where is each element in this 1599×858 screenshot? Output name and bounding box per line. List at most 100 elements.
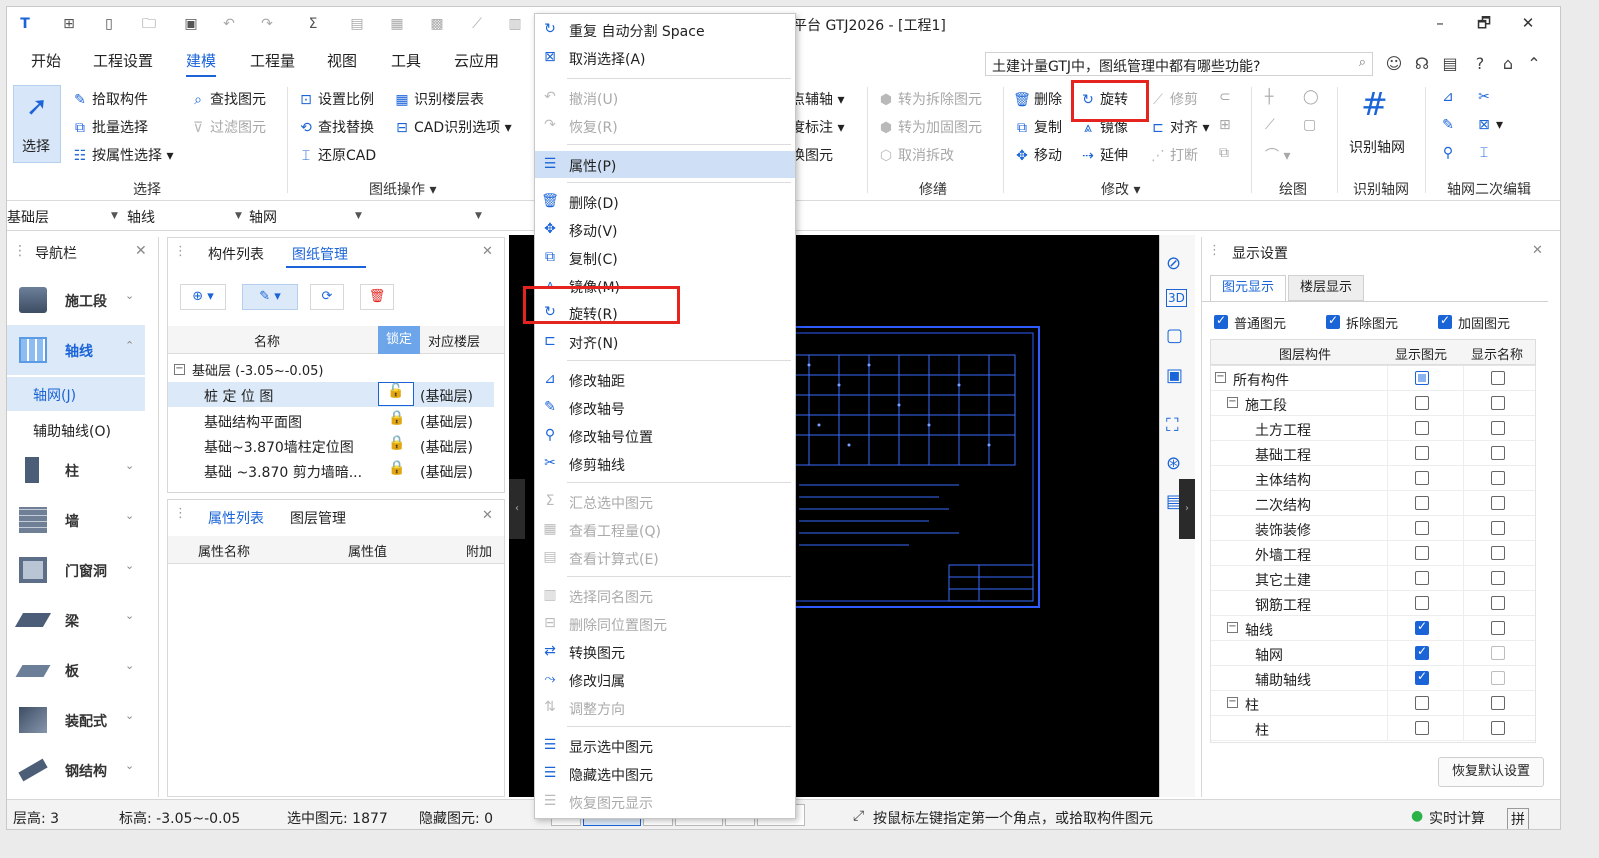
collapse-ribbon-icon[interactable]: ⌃: [1523, 53, 1545, 75]
tab-tools[interactable]: 工具: [391, 50, 421, 71]
tab-component-list[interactable]: 构件列表: [208, 244, 264, 264]
recognize-floor-table-button[interactable]: ▦ 识别楼层表: [393, 89, 484, 109]
table-row[interactable]: 桩 定 位 图 🔓 (基础层): [168, 382, 494, 407]
nav-item-wall[interactable]: 墙 ⌄: [7, 495, 145, 545]
set-scale-button[interactable]: ⊡ 设置比例: [297, 89, 374, 109]
draw-point-icon[interactable]: ┼: [1265, 89, 1273, 105]
show-name-checkbox[interactable]: [1491, 396, 1505, 410]
menu-item-convert[interactable]: ⇄ 转换图元: [535, 638, 795, 665]
menu-item-trim-axis[interactable]: ✂ 修剪轴线: [535, 450, 795, 477]
close-icon[interactable]: ✕: [482, 244, 493, 259]
tree-row[interactable]: 辅助轴线: [1211, 666, 1535, 691]
cad-options-button[interactable]: ⊟ CAD识别选项 ▾: [393, 117, 512, 137]
show-name-checkbox[interactable]: [1491, 471, 1505, 485]
show-element-checkbox[interactable]: [1415, 644, 1429, 660]
tab-cloud[interactable]: 云应用: [454, 50, 499, 71]
tool-quick-icon-2[interactable]: ▦: [387, 14, 407, 34]
menu-item-undo[interactable]: ↶ 撤消(U): [535, 84, 795, 111]
show-element-checkbox[interactable]: [1415, 619, 1429, 635]
tree-row[interactable]: 柱: [1211, 716, 1535, 741]
show-element-checkbox[interactable]: [1415, 421, 1429, 435]
tree-row[interactable]: 其它土建: [1211, 566, 1535, 591]
pin-icon[interactable]: ⋮: [174, 506, 187, 521]
show-name-checkbox[interactable]: [1491, 571, 1505, 585]
tab-property-list[interactable]: 属性列表: [208, 508, 264, 528]
collapse-icon[interactable]: −: [174, 364, 185, 375]
show-name-checkbox[interactable]: [1491, 721, 1505, 735]
find-replace-button[interactable]: ⟲ 查找替换: [297, 117, 374, 137]
pin-icon[interactable]: ⋮: [1208, 243, 1221, 258]
menu-item-quantity[interactable]: ▦ 查看工程量(Q): [535, 516, 795, 543]
menu-item-axis-spacing[interactable]: ⊿ 修改轴距: [535, 366, 795, 393]
menu-item-axis-number-position[interactable]: ⚲ 修改轴号位置: [535, 422, 795, 449]
nav-item-door-window[interactable]: 门窗洞 ⌄: [7, 545, 145, 595]
checkbox[interactable]: [1214, 313, 1228, 329]
fit-view-icon[interactable]: ⛶: [1166, 415, 1179, 436]
tab-view[interactable]: 视图: [327, 50, 357, 71]
tab-floor-display[interactable]: 楼层显示: [1288, 275, 1364, 301]
convert-demolish-button[interactable]: ⬢ 转为拆除图元: [877, 89, 982, 109]
draw-arc-icon[interactable]: ⌒ ▾: [1265, 145, 1290, 165]
menu-item-restore-display[interactable]: ☰ 恢复图元显示: [535, 788, 795, 815]
aux-axis-partial[interactable]: 点辅轴 ▾: [791, 89, 844, 109]
nav-sub-aux-axis[interactable]: 辅助轴线(O): [7, 413, 145, 447]
menu-item-move[interactable]: ✥ 移动(V): [535, 216, 795, 243]
menu-item-show-selected[interactable]: ☰ 显示选中图元: [535, 732, 795, 759]
menu-item-hide-selected[interactable]: ☰ 隐藏选中图元: [535, 760, 795, 787]
swap-element-partial[interactable]: 换图元: [791, 145, 833, 165]
user-icon[interactable]: ☺: [1383, 53, 1405, 75]
checkbox[interactable]: [1326, 313, 1340, 329]
menu-item-copy[interactable]: ⧉ 复制(C): [535, 244, 795, 271]
menu-item-select-same-name[interactable]: ▥ 选择同名图元: [535, 582, 795, 609]
show-name-checkbox[interactable]: [1491, 546, 1505, 560]
lock-column-header[interactable]: 锁定: [378, 326, 420, 354]
table-row[interactable]: 基础 ~3.870 剪力墙暗... 🔒 (基础层): [168, 458, 494, 483]
show-name-checkbox[interactable]: [1491, 521, 1505, 535]
show-element-checkbox[interactable]: [1415, 521, 1429, 535]
undo-quick-icon[interactable]: ↶: [219, 14, 239, 34]
show-name-checkbox[interactable]: [1491, 696, 1505, 710]
show-element-checkbox[interactable]: [1415, 721, 1429, 735]
box-view-icon[interactable]: ▣: [1166, 365, 1183, 386]
tool-quick-icon-5[interactable]: ▥: [505, 14, 525, 34]
tool-quick-icon-3[interactable]: ▩: [427, 14, 447, 34]
tool-quick-icon-4[interactable]: ⟋: [467, 14, 487, 34]
close-icon[interactable]: ✕: [135, 243, 147, 259]
show-element-checkbox[interactable]: [1415, 396, 1429, 410]
align-button[interactable]: ⊏ 对齐 ▾: [1149, 117, 1209, 137]
modify-extra-icon-1[interactable]: ⊂: [1219, 89, 1231, 105]
restore-defaults-button[interactable]: 恢复默认设置: [1438, 757, 1544, 787]
select-big-button[interactable]: ➚ 选择: [13, 85, 61, 163]
restore-button[interactable]: 🗗: [1469, 11, 1499, 35]
checkbox[interactable]: [1438, 313, 1452, 329]
show-element-checkbox[interactable]: [1415, 571, 1429, 585]
collapse-left-handle[interactable]: ‹: [509, 479, 525, 539]
collapse-icon[interactable]: −: [1227, 697, 1238, 708]
tree-row[interactable]: 主体结构: [1211, 466, 1535, 491]
3d-view-icon[interactable]: 3D: [1166, 289, 1187, 307]
nav-item-beam[interactable]: 梁 ⌄: [7, 595, 145, 645]
new-file-icon[interactable]: ⊞: [59, 14, 79, 34]
nav-item-slab[interactable]: 板 ⌄: [7, 645, 145, 695]
batch-select-button[interactable]: ⧉ 批量选择: [71, 117, 148, 137]
draw-rect-icon[interactable]: ▢: [1303, 117, 1316, 133]
filter-element-button[interactable]: ⊽ 过滤图元: [189, 117, 266, 137]
search-icon[interactable]: ⌕: [1359, 55, 1366, 70]
close-icon[interactable]: ✕: [1532, 243, 1543, 258]
redo-quick-icon[interactable]: ↷: [257, 14, 277, 34]
tree-row[interactable]: 轴网: [1211, 641, 1535, 666]
edit-axis-number-icon[interactable]: ✎: [1439, 117, 1460, 133]
tree-row[interactable]: 二次结构: [1211, 491, 1535, 516]
component-select[interactable]: 轴网 ▼: [249, 207, 367, 227]
show-name-checkbox[interactable]: [1491, 496, 1505, 510]
show-name-checkbox[interactable]: [1491, 446, 1505, 460]
draw-line-icon[interactable]: ⟋: [1265, 117, 1275, 133]
table-row[interactable]: 基础结构平面图 🔒 (基础层): [168, 408, 494, 433]
menu-item-delete[interactable]: 🗑 删除(D): [535, 188, 795, 215]
modify-extra-icon-2[interactable]: ⊞: [1219, 117, 1231, 133]
pin-icon[interactable]: ⋮: [13, 243, 27, 259]
group-modify-label[interactable]: 修改 ▾: [1101, 179, 1140, 199]
help-icon[interactable]: ?: [1469, 53, 1491, 75]
menu-item-align[interactable]: ⊏ 对齐(N): [535, 328, 795, 355]
cancel-demolish-button[interactable]: ⬡ 取消拆改: [877, 145, 954, 165]
